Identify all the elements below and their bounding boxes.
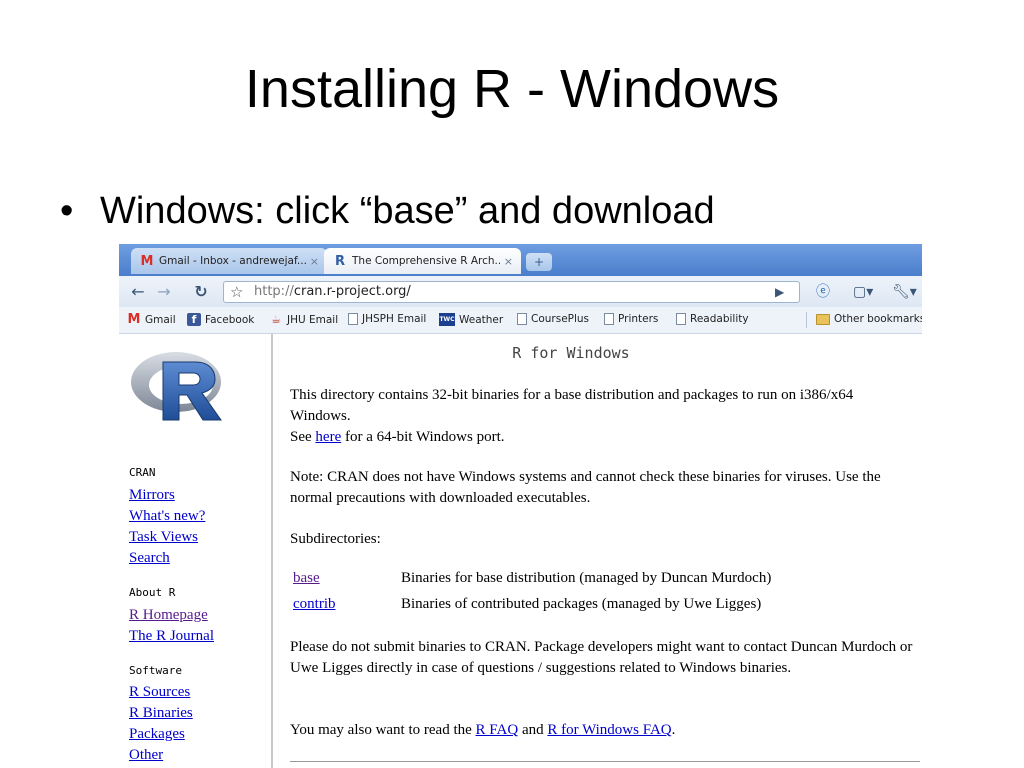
browser-screenshot: M Gmail - Inbox - andrewejaf... × R The … bbox=[119, 244, 922, 768]
page-content: CRAN Mirrors What's new? Task Views Sear… bbox=[119, 334, 922, 768]
here-link[interactable]: here bbox=[315, 429, 341, 445]
contrib-link[interactable]: contrib bbox=[293, 596, 336, 612]
bookmark-jhsph-email[interactable]: JHSPH Email bbox=[348, 313, 426, 325]
sidebar-link-r-journal[interactable]: The R Journal bbox=[129, 628, 214, 645]
slide-title: Installing R - Windows bbox=[244, 59, 780, 119]
bookmark-jhu-email[interactable]: ☕︎ JHU Email bbox=[269, 313, 338, 326]
bookmark-label: JHSPH Email bbox=[362, 313, 427, 325]
see-suffix: for a 64-bit Windows port. bbox=[341, 429, 505, 445]
other-bookmarks-label: Other bookmarks bbox=[834, 313, 922, 325]
address-bar[interactable]: ☆ http://cran.r-project.org/ bbox=[223, 281, 800, 303]
gmail-icon: M bbox=[127, 312, 141, 327]
contrib-description: Binaries of contributed packages (manage… bbox=[401, 596, 762, 612]
faq-mid: and bbox=[518, 722, 548, 738]
bookmark-label: Printers bbox=[618, 313, 659, 325]
bookmark-label: Gmail bbox=[145, 313, 176, 326]
r-logo-icon: R bbox=[334, 253, 345, 269]
bookmark-label: Readability bbox=[690, 313, 749, 325]
other-bookmarks[interactable]: Other bookmarks bbox=[816, 313, 922, 325]
bookmark-readability[interactable]: Readability bbox=[676, 313, 749, 325]
go-play-icon[interactable]: ▶ bbox=[775, 282, 784, 302]
intro-text: This directory contains 32-bit binaries … bbox=[290, 387, 854, 424]
faq-paragraph: You may also want to read the R FAQ and … bbox=[290, 720, 915, 741]
r-windows-faq-link[interactable]: R for Windows FAQ bbox=[547, 722, 671, 738]
faq-suffix: . bbox=[671, 722, 676, 738]
sidebar-link-packages[interactable]: Packages bbox=[129, 726, 185, 743]
ie-tab-icon[interactable]: ⓔ bbox=[816, 282, 830, 302]
close-icon[interactable]: × bbox=[310, 255, 319, 268]
tab-label: Gmail - Inbox - andrewejaf... bbox=[159, 255, 306, 267]
subdir-row: contrib bbox=[293, 596, 336, 613]
url-host: cran.r-project.org/ bbox=[293, 284, 411, 299]
main-content: R for Windows This directory contains 32… bbox=[290, 334, 922, 768]
divider bbox=[290, 761, 920, 762]
base-link[interactable]: base bbox=[293, 570, 320, 586]
intro-paragraph: This directory contains 32-bit binaries … bbox=[290, 385, 915, 448]
facebook-icon: f bbox=[187, 313, 201, 326]
toolbar: ← → ↻ ☆ http://cran.r-project.org/ ▶ ⓔ ▢… bbox=[119, 276, 922, 307]
sidebar-link-whats-new[interactable]: What's new? bbox=[129, 508, 205, 525]
sidebar-link-r-homepage[interactable]: R Homepage bbox=[129, 607, 208, 624]
bookmark-label: Facebook bbox=[205, 313, 255, 326]
url-text: http://cran.r-project.org/ bbox=[254, 282, 411, 302]
r-faq-link[interactable]: R FAQ bbox=[476, 722, 519, 738]
sidebar-about-heading: About R bbox=[129, 586, 176, 599]
page-icon bbox=[604, 313, 614, 325]
faq-prefix: You may also want to read the bbox=[290, 722, 476, 738]
bookmarks-divider bbox=[806, 312, 807, 328]
java-icon: ☕︎ bbox=[271, 313, 281, 326]
sidebar-link-search[interactable]: Search bbox=[129, 550, 170, 567]
forward-arrow-icon[interactable]: → bbox=[155, 282, 173, 302]
bookmark-courseplus[interactable]: CoursePlus bbox=[517, 313, 589, 325]
reload-icon[interactable]: ↻ bbox=[191, 282, 211, 302]
page-icon bbox=[676, 313, 686, 325]
bullet-text: Windows: click “base” and download bbox=[100, 190, 715, 232]
sidebar-link-r-binaries[interactable]: R Binaries bbox=[129, 705, 193, 722]
please-paragraph: Please do not submit binaries to CRAN. P… bbox=[290, 639, 913, 676]
sidebar-link-mirrors[interactable]: Mirrors bbox=[129, 487, 175, 504]
sidebar-cran-heading: CRAN bbox=[129, 466, 156, 479]
back-arrow-icon[interactable]: ← bbox=[129, 282, 147, 302]
wrench-icon[interactable]: 🔧︎▾ bbox=[892, 282, 917, 302]
new-tab-button[interactable]: + bbox=[526, 253, 552, 271]
weather-channel-icon: TWC bbox=[439, 313, 455, 326]
close-icon[interactable]: × bbox=[504, 255, 513, 268]
star-icon[interactable]: ☆ bbox=[230, 282, 243, 302]
tab-bar: M Gmail - Inbox - andrewejaf... × R The … bbox=[119, 244, 922, 276]
gmail-icon: M bbox=[140, 253, 154, 269]
note-paragraph: Note: CRAN does not have Windows systems… bbox=[290, 469, 881, 506]
folder-icon bbox=[816, 313, 830, 325]
sidebar-link-r-sources[interactable]: R Sources bbox=[129, 684, 190, 701]
tab-cran[interactable]: R The Comprehensive R Arch... × bbox=[324, 248, 521, 274]
tab-gmail[interactable]: M Gmail - Inbox - andrewejaf... × bbox=[131, 248, 327, 274]
bookmark-printers[interactable]: Printers bbox=[604, 313, 658, 325]
url-protocol: http:// bbox=[254, 284, 294, 299]
bookmark-weather[interactable]: TWC Weather bbox=[439, 313, 503, 326]
page-icon bbox=[517, 313, 527, 325]
sidebar-link-task-views[interactable]: Task Views bbox=[129, 529, 198, 546]
bookmark-label: JHU Email bbox=[287, 313, 339, 326]
bookmark-facebook[interactable]: f Facebook bbox=[187, 313, 254, 326]
page-heading: R for Windows bbox=[512, 344, 630, 362]
bookmark-label: CoursePlus bbox=[531, 313, 590, 325]
bullet-mark: • bbox=[60, 190, 74, 232]
subdir-row: base bbox=[293, 570, 320, 587]
sidebar-link-other[interactable]: Other bbox=[129, 747, 163, 764]
bookmark-gmail[interactable]: M Gmail bbox=[127, 313, 176, 326]
bookmark-label: Weather bbox=[459, 313, 504, 326]
bookmarks-bar: M Gmail f Facebook ☕︎ JHU Email JHSPH Email… bbox=[119, 307, 922, 334]
sidebar-software-heading: Software bbox=[129, 664, 182, 677]
see-prefix: See bbox=[290, 429, 316, 445]
base-description: Binaries for base distribution (managed … bbox=[401, 570, 772, 586]
page-menu-icon[interactable]: ▢▾ bbox=[853, 282, 873, 302]
r-logo-icon[interactable] bbox=[129, 348, 227, 424]
page-icon bbox=[348, 313, 358, 325]
tab-label: The Comprehensive R Arch... bbox=[352, 255, 500, 267]
subdirectories-label: Subdirectories: bbox=[290, 531, 381, 547]
slide-bullet: • Windows: click “base” and download bbox=[60, 192, 715, 230]
sidebar: CRAN Mirrors What's new? Task Views Sear… bbox=[119, 334, 273, 768]
